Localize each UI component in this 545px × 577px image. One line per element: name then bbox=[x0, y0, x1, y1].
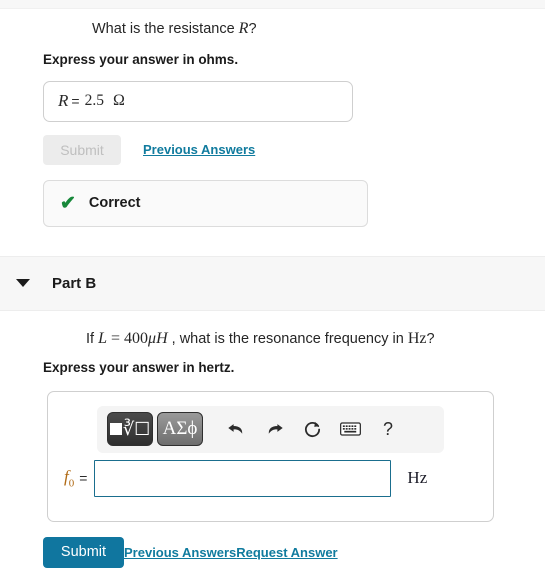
part-b-question-prefix: If bbox=[86, 330, 99, 347]
check-icon: ✔ bbox=[60, 192, 76, 214]
part-b-section: If L = 400μH , what is the resonance fre… bbox=[0, 311, 545, 568]
part-a-instruction: Express your answer in ohms. bbox=[43, 51, 239, 67]
part-b-submit-button[interactable]: Submit bbox=[43, 536, 124, 568]
part-b-answer-row: f0 = Hz bbox=[48, 459, 493, 497]
part-b-question-suffix: , what is the resonance frequency in bbox=[167, 330, 408, 347]
part-b-instruction: Express your answer in hertz. bbox=[43, 359, 235, 375]
math-toolbar: ∛☐ ΑΣϕ ? bbox=[97, 405, 444, 453]
part-b-answer-unit: Hz bbox=[407, 468, 428, 488]
part-a-section: What is the resistance R? Express your a… bbox=[0, 9, 545, 227]
part-b-question-var: L bbox=[98, 329, 107, 347]
chevron-down-icon[interactable] bbox=[16, 279, 30, 288]
part-b-question-end: ? bbox=[426, 330, 435, 347]
part-b-answer-equals: = bbox=[79, 470, 88, 487]
part-b-action-row: Submit Previous Answers Request Answer bbox=[43, 536, 545, 568]
part-a-answer-label: R bbox=[58, 91, 69, 111]
redo-icon[interactable] bbox=[263, 416, 285, 442]
part-b-question-unit: μH bbox=[148, 329, 168, 347]
part-a-answer-value: 2.5 bbox=[84, 92, 104, 110]
part-b-request-answer-link[interactable]: Request Answer bbox=[236, 545, 337, 560]
greek-symbols-button[interactable]: ΑΣϕ bbox=[157, 412, 203, 447]
part-b-question-equals: = bbox=[107, 329, 125, 347]
part-b-header[interactable]: Part B bbox=[0, 255, 545, 311]
part-b-question-unit2: Hz bbox=[407, 329, 427, 347]
part-a-previous-answers-link[interactable]: Previous Answers bbox=[143, 142, 255, 157]
part-a-submit-button: Submit bbox=[43, 134, 121, 165]
part-a-answer-unit: Ω bbox=[112, 92, 125, 110]
part-a-answer-box[interactable]: R = 2.5 Ω bbox=[43, 80, 353, 122]
part-a-feedback-banner: ✔ Correct bbox=[43, 179, 368, 227]
part-a-action-row: Submit Previous Answers bbox=[43, 134, 545, 165]
top-divider-strip bbox=[0, 0, 545, 9]
keyboard-icon[interactable] bbox=[339, 416, 361, 442]
part-b-question-value: 400 bbox=[124, 329, 149, 347]
part-a-answer-equals: = bbox=[71, 93, 80, 110]
part-b-answer-label: f0 bbox=[64, 466, 75, 490]
part-a-question-suffix: ? bbox=[248, 21, 257, 37]
part-b-question: If L = 400μH , what is the resonance fre… bbox=[0, 311, 545, 348]
part-a-question-symbol: R bbox=[238, 20, 249, 37]
exercise-page: What is the resistance R? Express your a… bbox=[0, 0, 545, 577]
help-icon[interactable]: ? bbox=[377, 416, 399, 442]
undo-icon[interactable] bbox=[225, 416, 247, 442]
part-a-feedback-text: Correct bbox=[88, 195, 141, 212]
part-a-question-prefix: What is the resistance bbox=[92, 21, 239, 37]
part-a-question: What is the resistance R? bbox=[0, 9, 545, 40]
math-template-button[interactable]: ∛☐ bbox=[107, 412, 153, 447]
part-b-previous-answers-link[interactable]: Previous Answers bbox=[124, 545, 236, 560]
square-placeholder-icon bbox=[109, 423, 122, 436]
nth-root-icon: ∛☐ bbox=[122, 419, 151, 440]
part-b-answer-panel: ∛☐ ΑΣϕ ? f0 = Hz bbox=[47, 390, 494, 522]
part-b-answer-input[interactable] bbox=[94, 459, 392, 497]
part-b-title: Part B bbox=[52, 274, 97, 292]
reset-icon[interactable] bbox=[301, 416, 323, 442]
